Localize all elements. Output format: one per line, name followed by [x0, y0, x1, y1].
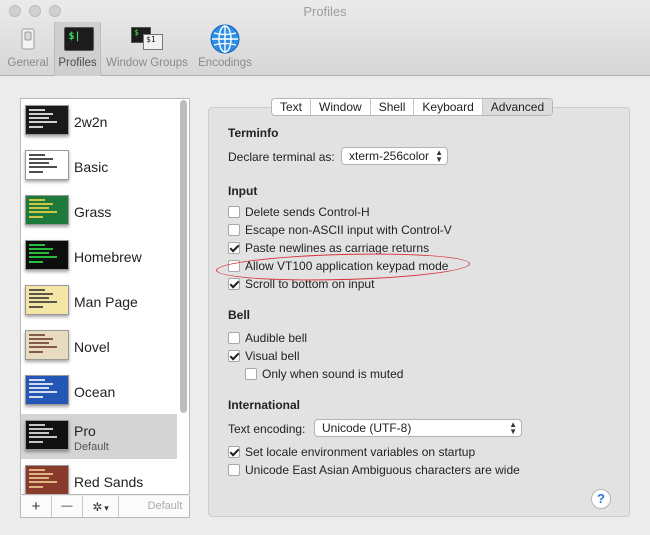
- profile-list-item[interactable]: Basic: [21, 144, 177, 189]
- checkbox[interactable]: [228, 224, 240, 236]
- profile-list-scrollbar[interactable]: [180, 100, 187, 413]
- add-profile-button[interactable]: +: [21, 496, 52, 517]
- profile-list-toolbar: + — ✲ ▾ Default: [20, 496, 190, 518]
- gear-icon: ✲: [92, 500, 103, 514]
- east-asian-wide-option[interactable]: Unicode East Asian Ambiguous characters …: [228, 463, 520, 477]
- profile-actions-button[interactable]: ✲ ▾: [83, 496, 119, 517]
- tab-text[interactable]: Text: [272, 99, 312, 115]
- option-label: Visual bell: [245, 349, 300, 363]
- toolbar-profiles-label: Profiles: [58, 57, 97, 69]
- checkbox[interactable]: [228, 332, 240, 344]
- checkbox[interactable]: [228, 350, 240, 362]
- only-when-muted-option[interactable]: Only when sound is muted: [245, 367, 403, 381]
- declare-terminal-select[interactable]: xterm-256color ▲ ▼: [341, 147, 448, 165]
- profile-name: Novel: [74, 339, 110, 355]
- toolbar-encodings[interactable]: Encodings: [194, 22, 256, 76]
- terminfo-heading: Terminfo: [228, 126, 279, 140]
- terminal-prompt: $|: [68, 31, 81, 42]
- profile-list-item[interactable]: Novel: [21, 324, 177, 369]
- profile-name: Pro: [74, 423, 96, 439]
- bell-heading: Bell: [228, 308, 251, 322]
- audible-bell-option[interactable]: Audible bell: [228, 331, 307, 345]
- tab-shell[interactable]: Shell: [371, 99, 415, 115]
- profile-preview-thumbnail: [25, 465, 69, 494]
- option-label: Audible bell: [245, 331, 308, 345]
- settings-tabs: Text Window Shell Keyboard Advanced: [271, 98, 554, 116]
- profile-name: Red Sands: [74, 474, 144, 490]
- checkbox[interactable]: [228, 242, 240, 254]
- remove-profile-button[interactable]: —: [52, 496, 83, 517]
- popup-arrows-icon: ▲ ▼: [435, 148, 443, 164]
- checkbox[interactable]: [228, 206, 240, 218]
- help-button[interactable]: ?: [591, 489, 611, 509]
- option-label: Delete sends Control-H: [245, 205, 370, 219]
- tab-advanced[interactable]: Advanced: [482, 99, 553, 115]
- window-titlebar: Profiles General $| Profiles $ $1 Window…: [0, 0, 650, 76]
- text-encoding-select[interactable]: Unicode (UTF-8) ▲ ▼: [314, 419, 522, 437]
- toolbar-profiles[interactable]: $| Profiles: [54, 22, 101, 76]
- profile-list[interactable]: 2w2n Basic Grass Homebrew Man Page Novel Ocean…: [20, 98, 190, 495]
- terminal-icon: $|: [63, 24, 94, 54]
- profile-name: 2w2n: [74, 114, 108, 130]
- option-label: Paste newlines as carriage returns: [245, 241, 430, 255]
- profile-name: Basic: [74, 159, 109, 175]
- switch-icon: [13, 24, 43, 54]
- profile-name: Grass: [74, 204, 112, 220]
- toolbar-encodings-label: Encodings: [198, 57, 252, 69]
- profile-name: Homebrew: [74, 249, 142, 265]
- profile-name: Ocean: [74, 384, 116, 400]
- window-groups-prompt-back: $: [134, 28, 139, 37]
- option-label: Escape non-ASCII input with Control-V: [245, 223, 452, 237]
- window-title: Profiles: [303, 4, 347, 19]
- checkbox[interactable]: [228, 464, 240, 476]
- checkbox[interactable]: [228, 278, 240, 290]
- declare-terminal-label: Declare terminal as:: [228, 150, 335, 164]
- window-groups-prompt-front: $1: [146, 35, 156, 44]
- toolbar-window-groups-label: Window Groups: [106, 57, 188, 69]
- international-heading: International: [228, 398, 301, 412]
- chevron-down-icon: ▾: [104, 503, 109, 513]
- popup-arrows-icon: ▲ ▼: [509, 420, 517, 436]
- visual-bell-option[interactable]: Visual bell: [228, 349, 299, 363]
- set-locale-option[interactable]: Set locale environment variables on star…: [228, 445, 475, 459]
- profile-preview-thumbnail: [25, 420, 69, 450]
- profile-list-item[interactable]: 2w2n: [21, 99, 177, 144]
- profile-preview-thumbnail: [25, 105, 69, 135]
- checkbox[interactable]: [228, 446, 240, 458]
- set-default-button[interactable]: Default: [139, 496, 191, 517]
- toolbar-general[interactable]: General: [4, 22, 52, 76]
- profile-list-item[interactable]: Man Page: [21, 279, 177, 324]
- tab-window[interactable]: Window: [311, 99, 371, 115]
- delete-sends-control-h-option[interactable]: Delete sends Control-H: [228, 205, 370, 219]
- escape-non-ascii-option[interactable]: Escape non-ASCII input with Control-V: [228, 223, 452, 237]
- option-label: Only when sound is muted: [262, 367, 404, 381]
- text-encoding-label: Text encoding:: [228, 422, 306, 436]
- tab-keyboard[interactable]: Keyboard: [414, 99, 483, 115]
- option-label: Unicode East Asian Ambiguous characters …: [245, 463, 520, 477]
- profile-preview-thumbnail: [25, 150, 69, 180]
- profile-list-item[interactable]: Grass: [21, 189, 177, 234]
- profile-default-label: Default: [74, 441, 109, 453]
- profile-preview-thumbnail: [25, 195, 69, 225]
- profile-list-item[interactable]: Ocean: [21, 369, 177, 414]
- profile-list-item[interactable]: Red Sands: [21, 459, 177, 494]
- profile-list-item[interactable]: Homebrew: [21, 234, 177, 279]
- window-groups-icon: $ $1: [131, 24, 163, 54]
- toolbar-window-groups[interactable]: $ $1 Window Groups: [103, 22, 191, 76]
- input-heading: Input: [228, 184, 258, 198]
- profile-preview-thumbnail: [25, 240, 69, 270]
- profile-preview-thumbnail: [25, 285, 69, 315]
- toolbar-general-label: General: [7, 57, 49, 69]
- profile-name: Man Page: [74, 294, 138, 310]
- profile-preview-thumbnail: [25, 330, 69, 360]
- option-label: Set locale environment variables on star…: [245, 445, 476, 459]
- text-encoding-value: Unicode (UTF-8): [322, 421, 412, 435]
- checkbox[interactable]: [245, 368, 257, 380]
- profile-preview-thumbnail: [25, 375, 69, 405]
- declare-terminal-value: xterm-256color: [349, 149, 430, 163]
- globe-icon: [210, 24, 240, 54]
- profile-list-item[interactable]: Pro Default: [21, 414, 177, 459]
